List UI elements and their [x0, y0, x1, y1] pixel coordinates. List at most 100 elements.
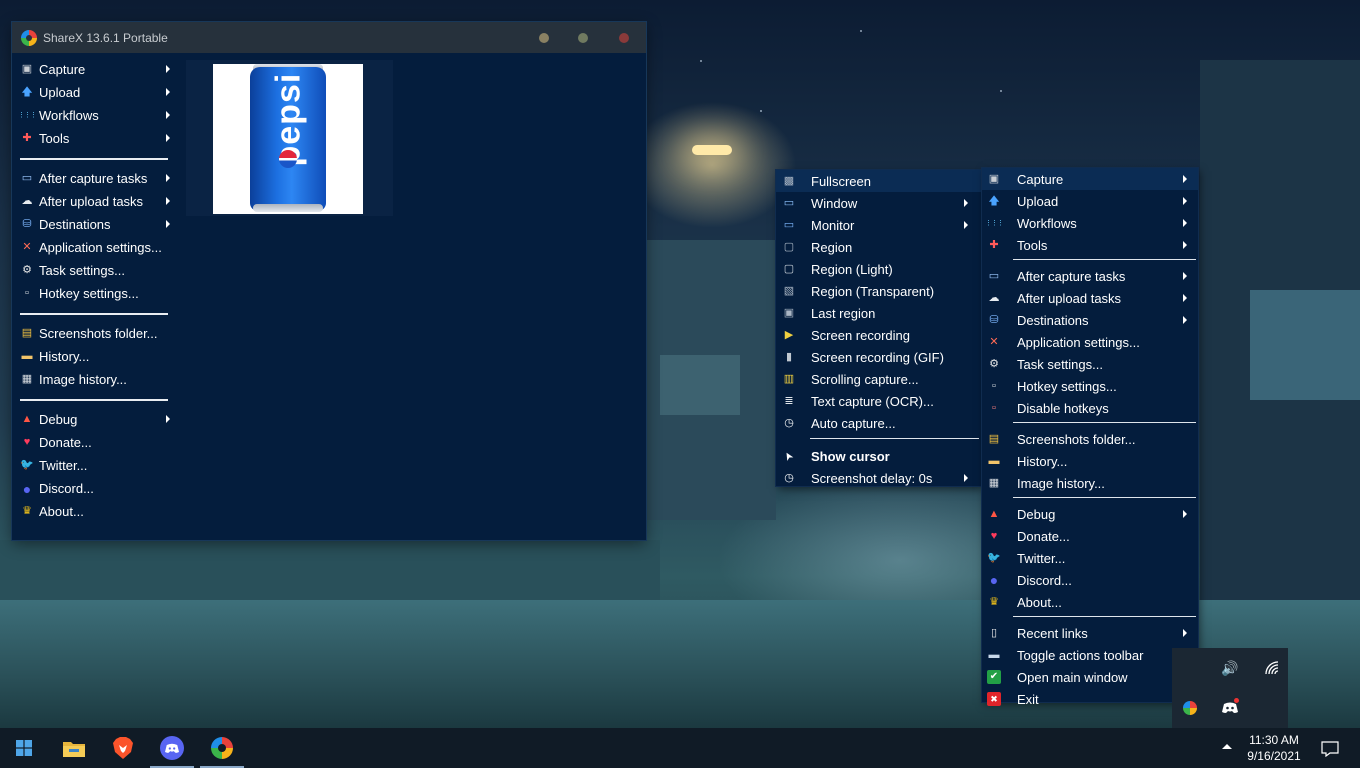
tray-menu-item-screenshots-folder[interactable]: ▤ Screenshots folder...	[982, 428, 1198, 450]
side-menu-item-destinations[interactable]: ⛁ Destinations	[18, 213, 170, 236]
tray-menu-item-donate[interactable]: ♥ Donate...	[982, 525, 1198, 547]
side-menu-item-history[interactable]: ▬ History...	[18, 345, 168, 368]
capture-submenu-item-auto-capture[interactable]: ◷ Auto capture...	[776, 412, 981, 434]
tray-menu-item-workflows[interactable]: ⋮⋮⋮ Workflows	[982, 212, 1198, 234]
side-menu-item-about[interactable]: ♛ About...	[18, 500, 168, 523]
submenu-arrow-icon	[1183, 316, 1187, 324]
sharex-tray-icon[interactable]	[1180, 698, 1200, 718]
tray-menu-item-tools[interactable]: ✚ Tools	[982, 234, 1198, 256]
tray-menu-item-recent-links[interactable]: ▯ Recent links	[982, 622, 1198, 644]
tray-menu-item-label: Hotkey settings...	[1017, 378, 1117, 394]
side-menu-item-debug[interactable]: ▲ Debug	[18, 408, 170, 431]
capture-submenu-item-label: Region	[811, 239, 853, 255]
submenu-arrow-icon	[1183, 197, 1187, 205]
capture-submenu-item-last-region[interactable]: ▣ Last region	[776, 302, 981, 324]
submenu-arrow-icon	[166, 65, 170, 73]
tray-menu-item-label: Exit	[1017, 691, 1039, 707]
system-clock[interactable]: 11:30 AM 9/16/2021	[1238, 732, 1310, 764]
capture-submenu-item-region-transparent[interactable]: ▧ Region (Transparent)	[776, 280, 981, 302]
tray-menu-item-capture[interactable]: ▣ Capture	[982, 168, 1198, 190]
minimize-button[interactable]	[539, 33, 549, 43]
check-icon: ✔	[987, 670, 1001, 684]
capture-submenu-item-fullscreen[interactable]: ▩ Fullscreen	[776, 170, 981, 192]
capture-submenu-item-region[interactable]: ▢ Region	[776, 236, 981, 258]
side-menu-item-workflows[interactable]: ⋮⋮⋮ Workflows	[18, 104, 170, 127]
destinations-icon: ⛁	[989, 313, 999, 326]
side-menu-item-upload[interactable]: 🡅 Upload	[18, 81, 170, 104]
side-menu-item-capture[interactable]: ▣ Capture	[18, 58, 170, 81]
capture-submenu-item-monitor[interactable]: ▭ Monitor	[776, 214, 981, 236]
toolbar-icon: ▬	[988, 648, 1000, 661]
capture-submenu-item-screen-recording[interactable]: ▶ Screen recording	[776, 324, 981, 346]
maximize-button[interactable]	[578, 33, 588, 43]
taskbar-sharex[interactable]	[198, 728, 246, 768]
side-menu-item-application-settings[interactable]: ✕ Application settings...	[18, 236, 168, 259]
title-bar[interactable]: ShareX 13.6.1 Portable	[12, 22, 646, 53]
taskbar-discord[interactable]	[148, 728, 196, 768]
tray-menu-item-debug[interactable]: ▲ Debug	[982, 503, 1198, 525]
side-menu-item-donate[interactable]: ♥ Donate...	[18, 431, 168, 454]
capture-submenu-item-label: Scrolling capture...	[811, 371, 919, 387]
capture-submenu-item-screenshot-delay-0s[interactable]: ◷ Screenshot delay: 0s	[776, 467, 981, 489]
tray-menu-item-history[interactable]: ▬ History...	[982, 450, 1198, 472]
capture-submenu-item-screen-recording-gif[interactable]: ▮ Screen recording (GIF)	[776, 346, 981, 368]
capture-submenu-item-region-light[interactable]: ▢ Region (Light)	[776, 258, 981, 280]
side-menu-item-twitter[interactable]: 🐦 Twitter...	[18, 454, 168, 477]
tray-menu-item-image-history[interactable]: ▦ Image history...	[982, 472, 1198, 494]
tray-menu-item-after-upload-tasks[interactable]: ☁ After upload tasks	[982, 287, 1198, 309]
submenu-arrow-icon	[166, 174, 170, 182]
tray-menu-item-label: Tools	[1017, 237, 1048, 253]
window-title: ShareX 13.6.1 Portable	[43, 30, 168, 45]
tray-menu-item-exit[interactable]: ✖ Exit	[982, 688, 1198, 710]
network-icon[interactable]	[1262, 658, 1282, 678]
capture-submenu-item-scrolling-capture[interactable]: ▥ Scrolling capture...	[776, 368, 981, 390]
side-menu-item-tools[interactable]: ✚ Tools	[18, 127, 170, 150]
side-menu-item-screenshots-folder[interactable]: ▤ Screenshots folder...	[18, 322, 168, 345]
tray-menu-item-task-settings[interactable]: ⚙ Task settings...	[982, 353, 1198, 375]
capture-submenu-item-label: Monitor	[811, 217, 855, 233]
side-menu-item-task-settings[interactable]: ⚙ Task settings...	[18, 259, 168, 282]
gif-recording-icon: ▮	[785, 350, 793, 363]
tray-menu-item-toggle-actions-toolbar[interactable]: ▬ Toggle actions toolbar	[982, 644, 1198, 666]
tray-menu-item-after-capture-tasks[interactable]: ▭ After capture tasks	[982, 265, 1198, 287]
tray-menu-item-label: After upload tasks	[1017, 290, 1122, 306]
side-menu-item-hotkey-settings[interactable]: ▫ Hotkey settings...	[18, 282, 168, 305]
side-menu-item-after-capture-tasks[interactable]: ▭ After capture tasks	[18, 167, 170, 190]
capture-icon: ▣	[21, 63, 33, 75]
capture-submenu: ▩ Fullscreen ▭ Window ▭ Monitor ▢ Region ▢ Region…	[776, 170, 981, 486]
submenu-arrow-icon	[1183, 294, 1187, 302]
tray-menu-item-application-settings[interactable]: ✕ Application settings...	[982, 331, 1198, 353]
tray-menu-item-destinations[interactable]: ⛁ Destinations	[982, 309, 1198, 331]
tray-menu-item-discord[interactable]: ● Discord...	[982, 569, 1198, 591]
capture-icon: ▣	[988, 172, 1000, 185]
submenu-arrow-icon	[166, 88, 170, 96]
side-menu-item-after-upload-tasks[interactable]: ☁ After upload tasks	[18, 190, 170, 213]
notification-center-button[interactable]	[1316, 738, 1344, 760]
tray-menu-item-twitter[interactable]: 🐦 Twitter...	[982, 547, 1198, 569]
capture-submenu-item-window[interactable]: ▭ Window	[776, 192, 981, 214]
pepsi-logo	[279, 150, 297, 168]
tray-menu-item-open-main-window[interactable]: ✔ Open main window	[982, 666, 1198, 688]
side-menu-item-image-history[interactable]: ▦ Image history...	[18, 368, 168, 391]
tray-menu-item-hotkey-settings[interactable]: ▫ Hotkey settings...	[982, 375, 1198, 397]
show-hidden-icons-button[interactable]	[1222, 744, 1232, 749]
tray-menu-item-about[interactable]: ♛ About...	[982, 591, 1198, 613]
capture-submenu-item-text-capture-ocr[interactable]: ≣ Text capture (OCR)...	[776, 390, 981, 412]
window-icon: ▭	[783, 196, 795, 209]
side-menu-item-discord[interactable]: ● Discord...	[18, 477, 168, 500]
taskbar-file-explorer[interactable]	[50, 728, 98, 768]
thumbnail-preview[interactable]: pepsi	[186, 60, 393, 216]
volume-icon[interactable]: 🔊	[1220, 658, 1240, 678]
discord-tray-icon[interactable]	[1220, 698, 1240, 718]
capture-submenu-item-label: Region (Light)	[811, 261, 893, 277]
tray-menu-item-upload[interactable]: 🡅 Upload	[982, 190, 1198, 212]
taskbar-brave[interactable]	[99, 728, 147, 768]
close-button[interactable]	[619, 33, 629, 43]
tray-menu-item-label: Disable hotkeys	[1017, 400, 1109, 416]
start-button[interactable]	[0, 728, 48, 768]
capture-submenu-item-show-cursor[interactable]: ➤ Show cursor	[776, 445, 981, 467]
tray-menu-item-disable-hotkeys[interactable]: ▫ Disable hotkeys	[982, 397, 1198, 419]
tray-menu-separator	[1013, 616, 1196, 617]
tray-menu-item-label: History...	[1017, 453, 1068, 469]
screenshot-thumbnail[interactable]: pepsi	[213, 64, 363, 214]
